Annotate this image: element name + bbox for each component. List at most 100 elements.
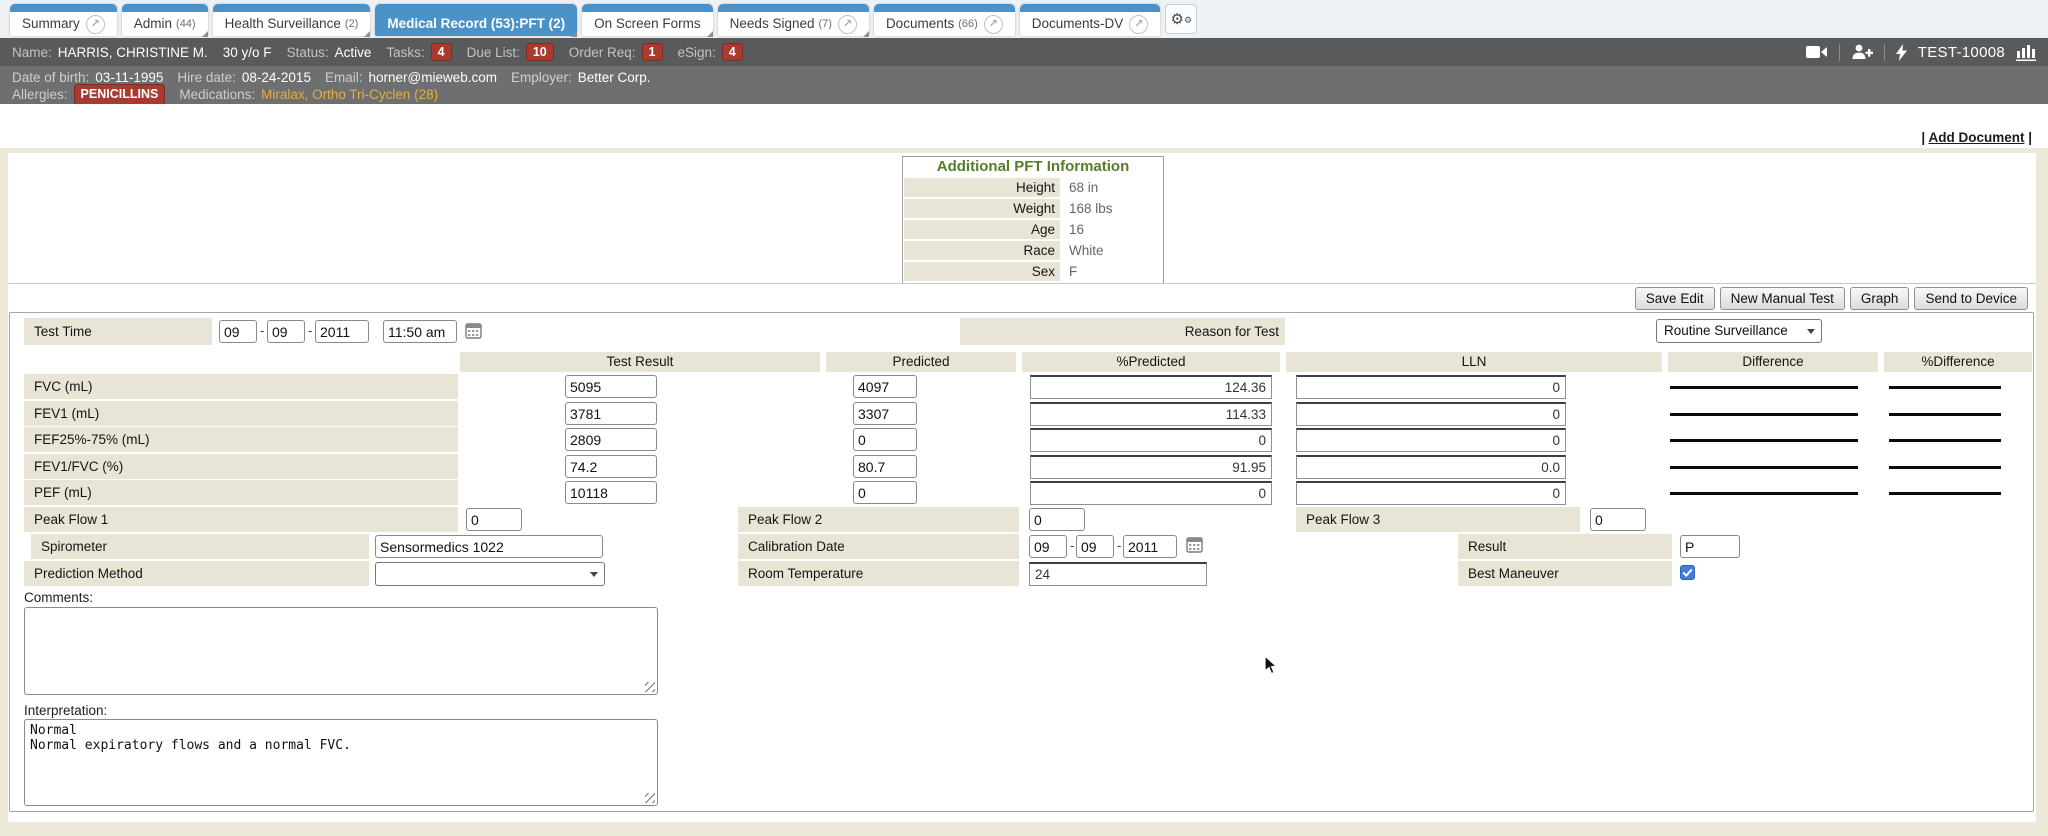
date-separator: - [1070,538,1074,553]
reason-for-test-select[interactable]: Routine Surveillance [1656,319,1822,343]
col-pct-difference: %Difference [1884,352,2032,372]
result-input[interactable] [1680,535,1740,558]
due-list-count-badge[interactable]: 10 [526,43,554,61]
calibration-month-input[interactable] [1029,535,1067,558]
patient-name-group: Name: HARRIS, CHRISTINE M. [12,45,208,60]
comments-textarea[interactable] [24,607,658,695]
prediction-method-select[interactable] [375,562,605,586]
spirometer-input[interactable] [375,535,603,558]
tab-on-screen-forms[interactable]: On Screen Forms [582,4,713,36]
graph-button[interactable]: Graph [1850,287,1910,310]
calendar-icon[interactable] [465,322,482,339]
resize-grip-icon[interactable] [645,793,655,803]
tab-medical-record-pft[interactable]: Medical Record (53):PFT (2) [375,4,577,36]
external-link-icon[interactable]: ↗ [838,15,857,34]
fef2575-predicted-input[interactable] [853,428,917,451]
new-manual-test-button[interactable]: New Manual Test [1720,287,1845,310]
document-toolbar-strip: | Add Document | [0,104,2048,148]
allergy-badge[interactable]: PENICILLINS [74,84,166,105]
video-camera-icon[interactable] [1806,45,1828,59]
peak-flow-3-input[interactable] [1590,508,1646,531]
person-plus-icon[interactable] [1851,44,1873,60]
fev1-lln-input[interactable] [1296,402,1566,426]
save-edit-button[interactable]: Save Edit [1635,287,1715,310]
tasks-group: Tasks: 4 [386,43,451,61]
tab-documents[interactable]: Documents (66) ↗ [874,4,1015,36]
test-time-year-input[interactable] [315,320,369,343]
hire-date-label: Hire date: [177,69,236,86]
fev1fvc-lln-input[interactable] [1296,455,1566,479]
fev1-test-result-input[interactable] [565,402,657,425]
fef2575-pct-difference-line [1889,439,2001,442]
calibration-day-input[interactable] [1076,535,1114,558]
pef-test-result-input[interactable] [565,481,657,504]
calibration-date-label: Calibration Date [738,534,1019,559]
calibration-year-input[interactable] [1123,535,1177,558]
patient-age-sex: 30 y/o F [223,45,272,60]
fev1fvc-pct-predicted-input[interactable] [1030,455,1272,479]
tab-documents-dv[interactable]: Documents-DV ↗ [1020,4,1161,36]
pef-lln-input[interactable] [1296,481,1566,505]
external-link-icon[interactable]: ↗ [1129,15,1148,34]
tasks-count-badge[interactable]: 4 [431,43,452,61]
best-maneuver-checkbox[interactable] [1680,565,1695,580]
fev1-pct-difference-line [1889,413,2001,416]
order-req-count-badge[interactable]: 1 [642,43,663,61]
tab-health-surveillance[interactable]: Health Surveillance (2) [213,4,371,36]
row-label-pef: PEF (mL) [24,480,458,505]
test-time-clock-input[interactable] [383,320,457,343]
resize-grip-icon[interactable] [645,682,655,692]
fev1fvc-predicted-input[interactable] [853,455,917,478]
fvc-pct-predicted-input[interactable] [1030,375,1272,399]
peak-flow-1-input[interactable] [466,508,522,531]
prediction-method-label: Prediction Method [24,561,369,586]
tab-count: (2) [345,12,358,36]
header-tools: TEST-10008 [1806,43,2036,61]
test-time-day-input[interactable] [267,320,305,343]
tab-needs-signed[interactable]: Needs Signed (7) ↗ [718,4,869,36]
race-label: Race [904,241,1060,260]
fvc-lln-input[interactable] [1296,375,1566,399]
room-temperature-input[interactable] [1029,562,1207,586]
tab-menu-fold-icon [202,31,208,37]
pft-medical-record-page: Summary ↗ Admin (44) Health Surveillance… [0,0,2048,836]
calendar-icon[interactable] [1186,536,1203,553]
tab-settings-button[interactable]: ⚙⚙ [1165,4,1197,34]
fvc-test-result-input[interactable] [565,375,657,398]
add-document-link[interactable]: Add Document [1928,130,2024,145]
interpretation-textarea[interactable]: Normal Normal expiratory flows and a nor… [24,719,658,806]
fef2575-difference-line [1670,439,1858,442]
peak-flow-3-label: Peak Flow 3 [1296,507,1580,532]
send-to-device-button[interactable]: Send to Device [1914,287,2028,310]
external-link-icon[interactable]: ↗ [86,15,105,34]
col-test-result: Test Result [460,352,820,372]
external-link-icon[interactable]: ↗ [984,15,1003,34]
medications-label: Medications: [179,86,255,103]
fev1fvc-test-result-input[interactable] [565,455,657,478]
row-label-fev1: FEV1 (mL) [24,401,458,426]
chevron-down-icon [590,572,598,577]
pef-pct-predicted-input[interactable] [1030,481,1272,505]
date-separator: - [260,323,264,338]
fef2575-pct-predicted-input[interactable] [1030,428,1272,452]
hire-date-value: 08-24-2015 [242,69,311,86]
fev1-predicted-input[interactable] [853,402,917,425]
lightning-bolt-icon[interactable] [1896,44,1907,61]
email-label: Email: [325,69,363,86]
fef2575-test-result-input[interactable] [565,428,657,451]
peak-flow-2-input[interactable] [1029,508,1085,531]
tab-count: (44) [176,12,196,36]
tab-admin[interactable]: Admin (44) [122,4,208,36]
medications-value[interactable]: Miralax, Ortho Tri-Cyclen (28) [261,86,438,103]
test-time-month-input[interactable] [219,320,257,343]
bar-chart-icon[interactable] [2016,43,2036,61]
esign-count-badge[interactable]: 4 [722,43,743,61]
pef-predicted-input[interactable] [853,481,917,504]
fef2575-lln-input[interactable] [1296,428,1566,452]
tab-label: On Screen Forms [594,12,701,36]
tab-label: Medical Record (53):PFT (2) [387,12,565,36]
tab-summary[interactable]: Summary ↗ [10,4,117,36]
fev1-pct-predicted-input[interactable] [1030,402,1272,426]
fvc-predicted-input[interactable] [853,375,917,398]
peak-flow-2-label: Peak Flow 2 [738,507,1019,532]
